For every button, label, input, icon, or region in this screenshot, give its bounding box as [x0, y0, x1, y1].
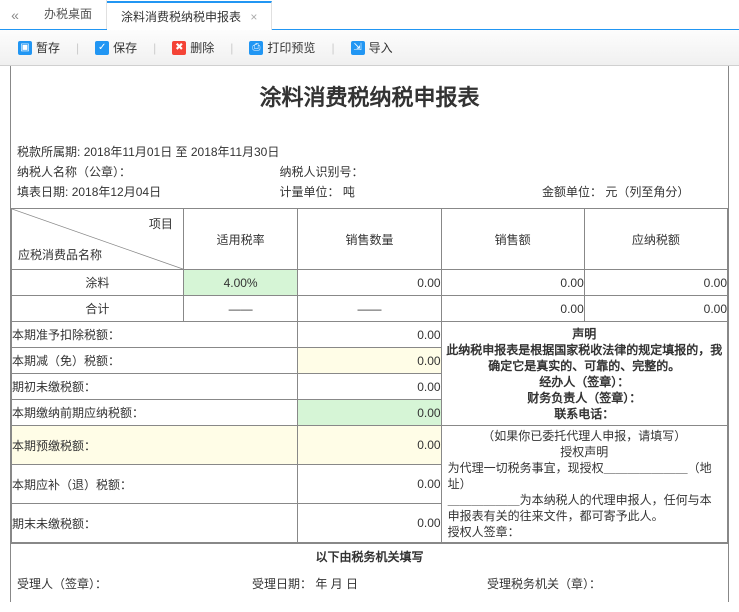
header-qty: 销售数量 [298, 209, 441, 270]
main-table: 项目 应税消费品名称 适用税率 销售数量 销售额 应纳税额 涂料 4.00% 0… [11, 208, 728, 543]
delete-icon: ✖ [172, 41, 186, 55]
footer-row: 受理人（签章）： 受理日期： 年 月 日 受理税务机关（章）： [11, 569, 728, 602]
l3-label: 期初未缴税额： [12, 374, 298, 400]
import-label: 导入 [369, 39, 393, 56]
l7-label: 期末未缴税额： [12, 504, 298, 543]
statement-title: 声明 [446, 326, 723, 342]
close-icon[interactable]: × [250, 10, 257, 24]
period: 税款所属期: 2018年11月01日 至 2018年11月30日 [17, 142, 722, 162]
agent-cell: （如果你已委托代理人申报，请填写） 授权声明 为代理一切税务事宜，现授权＿＿＿＿… [441, 426, 727, 543]
tab-home-label: 办税桌面 [44, 7, 92, 21]
header-tax: 应纳税额 [584, 209, 727, 270]
separator: | [153, 41, 156, 55]
item-amount[interactable]: 0.00 [441, 270, 584, 296]
agent-hint: （如果你已委托代理人申报，请填写） [448, 428, 721, 444]
total-tax: 0.00 [584, 296, 727, 322]
statement-s2: 财务负责人（签章）： [446, 390, 723, 406]
pause-icon: ▣ [18, 41, 32, 55]
total-amount: 0.00 [441, 296, 584, 322]
save-button[interactable]: ✓ 保存 [87, 36, 145, 59]
item-name: 涂料 [12, 270, 184, 296]
l5-value[interactable]: 0.00 [298, 426, 441, 465]
recv-org: 受理税务机关（章）： [487, 575, 722, 592]
table-row: 涂料 4.00% 0.00 0.00 0.00 [12, 270, 728, 296]
statement-s3: 联系电话： [446, 406, 723, 422]
toolbar: ▣ 暂存 | ✓ 保存 | ✖ 删除 | ⎙ 打印预览 | ⇲ 导入 [0, 30, 739, 66]
l1-value[interactable]: 0.00 [298, 322, 441, 348]
statement-cell: 声明 此纳税申报表是根据国家税收法律的规定填报的，我确定它是真实的、可靠的、完整… [441, 322, 727, 426]
page-title: 涂料消费税纳税申报表 [11, 66, 728, 142]
total-name: 合计 [12, 296, 184, 322]
print-icon: ⎙ [249, 41, 263, 55]
print-label: 打印预览 [267, 39, 315, 56]
agent-line1b: ＿＿＿＿＿＿为本纳税人的代理申报人，任何与本申报表有关的往来文件，都可寄予此人。 [448, 492, 721, 524]
l5-label: 本期预缴税额： [12, 426, 298, 465]
header-rate: 适用税率 [183, 209, 298, 270]
line-deduct: 本期准予扣除税额： 0.00 声明 此纳税申报表是根据国家税收法律的规定填报的，… [12, 322, 728, 348]
separator: | [331, 41, 334, 55]
import-icon: ⇲ [351, 41, 365, 55]
taxpayer-id: 纳税人识别号： [280, 162, 543, 182]
l2-label: 本期减（免）税额： [12, 348, 298, 374]
total-rate: —— [183, 296, 298, 322]
fill-date: 填表日期: 2018年12月04日 [17, 182, 280, 202]
l3-value[interactable]: 0.00 [298, 374, 441, 400]
item-tax[interactable]: 0.00 [584, 270, 727, 296]
document-area: 涂料消费税纳税申报表 税款所属期: 2018年11月01日 至 2018年11月… [0, 66, 739, 612]
l4-label: 本期缴纳前期应纳税额： [12, 400, 298, 426]
separator: | [76, 41, 79, 55]
header-row: 项目 应税消费品名称 适用税率 销售数量 销售额 应纳税额 [12, 209, 728, 270]
l1-label: 本期准予扣除税额： [12, 322, 298, 348]
l2-value[interactable]: 0.00 [298, 348, 441, 374]
statement-s1: 经办人（签章）： [446, 374, 723, 390]
tab-bar: « 办税桌面 涂料消费税纳税申报表 × [0, 0, 739, 30]
l4-value[interactable]: 0.00 [298, 400, 441, 426]
agent-title: 授权声明 [448, 444, 721, 460]
pause-button[interactable]: ▣ 暂存 [10, 36, 68, 59]
delete-label: 删除 [190, 39, 214, 56]
recv-date: 受理日期： 年 月 日 [252, 575, 487, 592]
total-qty: —— [298, 296, 441, 322]
import-button[interactable]: ⇲ 导入 [343, 36, 401, 59]
tab-active[interactable]: 涂料消费税纳税申报表 × [107, 1, 272, 30]
header-amount: 销售额 [441, 209, 584, 270]
unit: 计量单位： 吨 [280, 182, 543, 202]
item-rate[interactable]: 4.00% [183, 270, 298, 296]
recv-person: 受理人（签章）： [17, 575, 252, 592]
tab-active-label: 涂料消费税纳税申报表 [121, 10, 241, 24]
header-diag-top: 项目 [149, 215, 173, 232]
separator: | [230, 41, 233, 55]
table-row-total: 合计 —— —— 0.00 0.00 [12, 296, 728, 322]
agent-line1a: 为代理一切税务事宜，现授权＿＿＿＿＿＿＿（地址） [448, 460, 721, 492]
header-diag: 项目 应税消费品名称 [12, 209, 184, 270]
print-button[interactable]: ⎙ 打印预览 [241, 36, 323, 59]
amount-unit: 金额单位： 元（列至角分） [542, 182, 722, 202]
agent-sign: 授权人签章： [448, 524, 721, 540]
header-diag-bottom: 应税消费品名称 [18, 246, 102, 263]
statement-body: 此纳税申报表是根据国家税收法律的规定填报的，我确定它是真实的、可靠的、完整的。 [446, 342, 723, 374]
save-icon: ✓ [95, 41, 109, 55]
pause-label: 暂存 [36, 39, 60, 56]
save-label: 保存 [113, 39, 137, 56]
taxpayer-name: 纳税人名称（公章）： [17, 162, 280, 182]
delete-button[interactable]: ✖ 删除 [164, 36, 222, 59]
line-prepaid: 本期预缴税额： 0.00 （如果你已委托代理人申报，请填写） 授权声明 为代理一… [12, 426, 728, 465]
tabs-scroll-left[interactable]: « [0, 7, 30, 23]
l6-value[interactable]: 0.00 [298, 465, 441, 504]
l7-value[interactable]: 0.00 [298, 504, 441, 543]
item-qty[interactable]: 0.00 [298, 270, 441, 296]
l6-label: 本期应补（退）税额： [12, 465, 298, 504]
footer-section-title: 以下由税务机关填写 [11, 543, 728, 569]
meta-block: 税款所属期: 2018年11月01日 至 2018年11月30日 纳税人名称（公… [11, 142, 728, 208]
tab-home[interactable]: 办税桌面 [30, 0, 107, 29]
